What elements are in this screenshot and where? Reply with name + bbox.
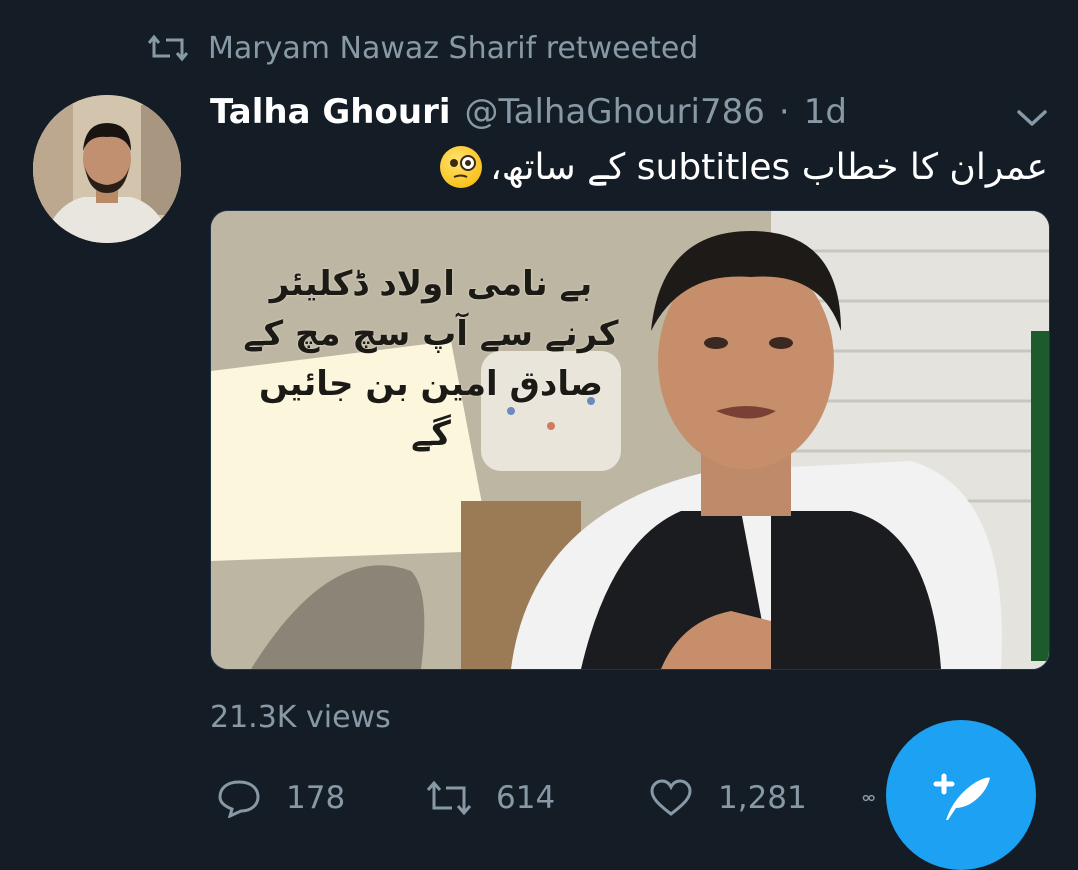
reply-icon: [218, 780, 260, 818]
subtitle-line: کرنے سے آپ سچ مچ کے: [243, 314, 619, 354]
like-button[interactable]: 1,281: [648, 770, 807, 826]
compose-tweet-button[interactable]: [886, 720, 1036, 870]
reply-count: 178: [286, 780, 346, 816]
separator: ·: [778, 92, 790, 132]
retweet-icon: [148, 34, 188, 62]
tweet-time[interactable]: 1d: [804, 92, 847, 132]
chevron-down-icon[interactable]: [1014, 102, 1050, 132]
tweet-text-row: عمران کا خطاب subtitles کے ساتھ،: [440, 142, 1048, 192]
tweet-text: عمران کا خطاب subtitles کے ساتھ،: [490, 146, 1048, 188]
retweet-icon: [426, 780, 472, 816]
retweet-count: 614: [496, 780, 556, 816]
like-count: 1,281: [718, 780, 807, 816]
retweet-context[interactable]: Maryam Nawaz Sharif retweeted: [148, 28, 698, 68]
share-icon: [862, 794, 875, 802]
retweet-button[interactable]: 614: [426, 770, 555, 826]
tweet-header: Talha Ghouri @TalhaGhouri786 · 1d: [210, 92, 847, 136]
avatar[interactable]: [33, 95, 181, 243]
compose-feather-icon: [933, 773, 990, 820]
subtitle-line: صادق امین بن جائیں گے: [258, 364, 604, 454]
reply-button[interactable]: 178: [216, 770, 345, 826]
user-handle[interactable]: @TalhaGhouri786: [465, 92, 765, 132]
tweet-video[interactable]: بے نامی اولاد ڈکلیئر کرنے سے آپ سچ مچ کے…: [210, 210, 1050, 670]
view-count: 21.3K views: [210, 700, 391, 735]
video-subtitle: بے نامی اولاد ڈکلیئر کرنے سے آپ سچ مچ کے…: [241, 259, 621, 459]
heart-icon: [650, 779, 692, 816]
display-name[interactable]: Talha Ghouri: [210, 92, 451, 132]
subtitle-line: بے نامی اولاد ڈکلیئر: [269, 264, 593, 304]
share-button[interactable]: [862, 770, 884, 826]
retweet-label: Maryam Nawaz Sharif retweeted: [208, 30, 699, 66]
face-with-monocle-emoji: [440, 146, 483, 188]
